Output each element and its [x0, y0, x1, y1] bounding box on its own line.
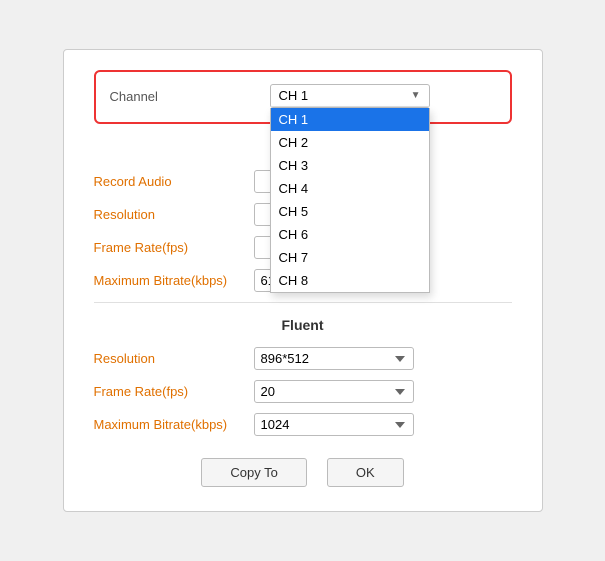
ok-button[interactable]: OK: [327, 458, 404, 487]
fluent-bitrate-label: Maximum Bitrate(kbps): [94, 417, 254, 432]
channel-option-3[interactable]: CH 3: [271, 154, 429, 177]
clear-bitrate-label: Maximum Bitrate(kbps): [94, 273, 254, 288]
channel-selected-value: CH 1: [279, 88, 309, 103]
settings-dialog: Channel CH 1 ▼ CH 1 CH 2 CH 3 CH 4 CH 5 …: [63, 49, 543, 512]
fluent-section: Fluent Resolution 896*512 Frame Rate(fps…: [94, 302, 512, 436]
fluent-bitrate-row: Maximum Bitrate(kbps) 1024: [94, 413, 512, 436]
channel-section: Channel CH 1 ▼ CH 1 CH 2 CH 3 CH 4 CH 5 …: [94, 70, 512, 124]
fluent-framerate-row: Frame Rate(fps) 20: [94, 380, 512, 403]
channel-option-5[interactable]: CH 5: [271, 200, 429, 223]
channel-field-row: Channel CH 1 ▼ CH 1 CH 2 CH 3 CH 4 CH 5 …: [110, 84, 496, 108]
fluent-framerate-label: Frame Rate(fps): [94, 384, 254, 399]
copy-to-button[interactable]: Copy To: [201, 458, 306, 487]
channel-dropdown[interactable]: CH 1 ▼: [270, 84, 430, 108]
fluent-resolution-label: Resolution: [94, 351, 254, 366]
clear-framerate-label: Frame Rate(fps): [94, 240, 254, 255]
fluent-resolution-select[interactable]: 896*512: [254, 347, 414, 370]
fluent-section-title: Fluent: [94, 317, 512, 333]
channel-option-4[interactable]: CH 4: [271, 177, 429, 200]
footer-buttons: Copy To OK: [94, 458, 512, 487]
fluent-framerate-select[interactable]: 20: [254, 380, 414, 403]
channel-label: Channel: [110, 89, 270, 104]
channel-dropdown-list[interactable]: CH 1 CH 2 CH 3 CH 4 CH 5 CH 6 CH 7 CH 8: [270, 108, 430, 293]
channel-option-6[interactable]: CH 6: [271, 223, 429, 246]
fluent-bitrate-select[interactable]: 1024: [254, 413, 414, 436]
channel-select-wrap: CH 1 ▼ CH 1 CH 2 CH 3 CH 4 CH 5 CH 6 CH …: [270, 84, 430, 108]
channel-option-1[interactable]: CH 1: [271, 108, 429, 131]
fluent-resolution-row: Resolution 896*512: [94, 347, 512, 370]
channel-option-8[interactable]: CH 8: [271, 269, 429, 292]
channel-select-display[interactable]: CH 1 ▼: [271, 85, 429, 107]
record-audio-label: Record Audio: [94, 174, 254, 189]
channel-option-7[interactable]: CH 7: [271, 246, 429, 269]
clear-resolution-label: Resolution: [94, 207, 254, 222]
channel-option-2[interactable]: CH 2: [271, 131, 429, 154]
channel-dropdown-arrow: ▼: [411, 90, 421, 101]
fluent-divider: [94, 302, 512, 303]
